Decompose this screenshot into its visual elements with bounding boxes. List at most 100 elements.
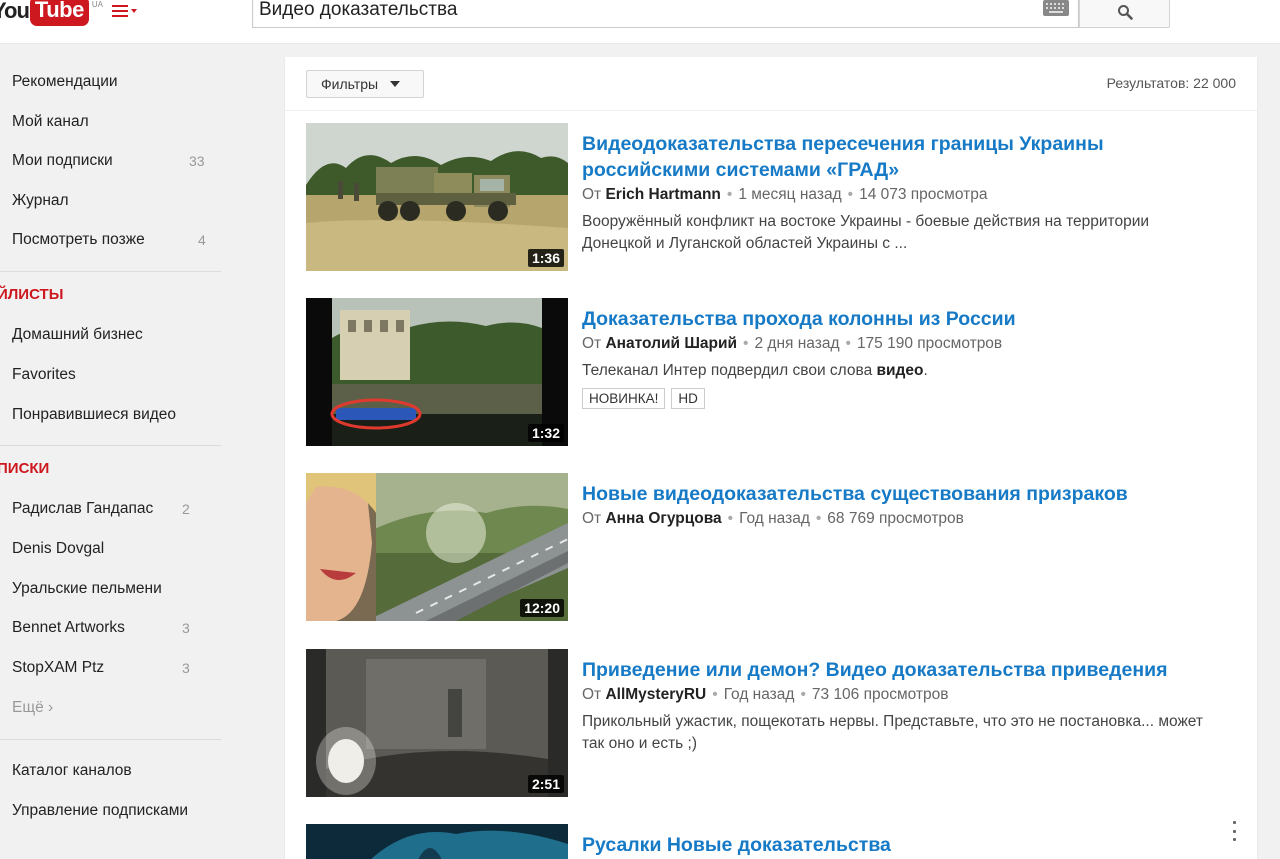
view-count: 14 073 просмотра (859, 186, 988, 203)
sidebar-item-my-channel[interactable]: Мой канал (12, 113, 222, 131)
video-title-link[interactable]: Доказательства прохода колонны из России (582, 306, 1232, 332)
video-title-link[interactable]: Новые видеодоказательства существования … (582, 481, 1232, 507)
sidebar-item-playlist[interactable]: Домашний бизнес (12, 326, 222, 344)
result-item: 12:20 Новые видеодоказательства существо… (306, 473, 1236, 621)
channel-link[interactable]: Erich Hartmann (605, 186, 720, 203)
sidebar-item-label: Уральские пельмени (12, 580, 162, 597)
from-label: От (582, 186, 602, 203)
video-duration: 2:51 (527, 775, 564, 793)
sidebar-item-recommendations[interactable]: Рекомендации (12, 73, 222, 91)
video-description: Вооружённый конфликт на востоке Украины … (582, 213, 1150, 252)
sidebar-item-channel[interactable]: Denis Dovgal (12, 540, 222, 558)
sidebar-item-label: Радислав Гандапас (12, 500, 154, 517)
guide-sidebar: Рекомендации Мой канал Мои подписки 33 Жу… (0, 45, 250, 859)
sidebar-heading-playlists[interactable]: ЙЛИСТЫ (0, 286, 63, 303)
view-count: 73 106 просмотров (811, 686, 949, 703)
video-thumbnail[interactable]: 1:36 (306, 123, 568, 271)
sidebar-item-playlist[interactable]: Favorites (12, 366, 222, 384)
video-thumbnail[interactable]: 1:32 (306, 298, 568, 446)
view-count: 68 769 просмотров (827, 510, 964, 527)
sidebar-item-label: Мои подписки (12, 152, 113, 169)
from-label: От (582, 335, 602, 352)
sidebar-item-label: Bennet Artworks (12, 619, 125, 636)
video-thumbnail[interactable]: 2:51 (306, 649, 568, 797)
sidebar-more-link[interactable]: Ещё › (12, 699, 53, 717)
sidebar-item-playlist[interactable]: Понравившиеся видео (12, 406, 222, 424)
result-item: 1:36 Видеодоказательства пересечения гра… (306, 123, 1236, 271)
guide-menu-button[interactable] (112, 0, 150, 24)
video-meta: От Анна Огурцова • Год назад • 68 769 просмо… (582, 510, 964, 527)
logo-region: UA (91, 0, 103, 9)
sidebar-item-label: Рекомендации (12, 73, 118, 90)
channel-link[interactable]: AllMysteryRU (605, 686, 706, 703)
hamburger-icon (112, 5, 128, 17)
sidebar-item-label: Домашний бизнес (12, 326, 143, 343)
result-item: 1:32 Доказательства прохода колонны из Р… (306, 298, 1236, 446)
video-thumbnail[interactable]: 12:20 (306, 473, 568, 621)
sidebar-item-label: Denis Dovgal (12, 540, 105, 557)
sidebar-item-count: 2 (182, 501, 190, 517)
sidebar-item-count: 4 (198, 232, 206, 248)
sidebar-item-label: StopXAM Ptz (12, 659, 105, 676)
sidebar-divider (0, 271, 221, 272)
video-meta: От Erich Hartmann • 1 месяц назад • 14 073 п… (582, 186, 988, 203)
result-item: Русалки Новые доказательства (306, 824, 1236, 859)
sidebar-item-label: Управление подписками (12, 802, 189, 819)
masthead: You Tube UA (0, 0, 1280, 44)
sidebar-item-label: Посмотреть позже (12, 231, 145, 248)
sidebar-item-channel[interactable]: Радислав Гандапас 2 (12, 500, 222, 518)
channel-link[interactable]: Анатолий Шарий (605, 335, 737, 352)
youtube-logo[interactable]: You Tube UA (0, 0, 103, 28)
video-description: Прикольный ужастик, пощекотать нервы. Пр… (582, 713, 1204, 752)
results-divider (285, 110, 1257, 111)
caret-down-icon (390, 81, 401, 87)
sidebar-item-channel[interactable]: Bennet Artworks 3 (12, 619, 222, 637)
sidebar-item-manage-subscriptions[interactable]: Управление подписками (12, 802, 222, 820)
sidebar-item-channel[interactable]: Уральские пельмени (12, 580, 222, 598)
video-title-link[interactable]: Русалки Новые доказательства (582, 832, 1232, 858)
logo-you-text: You (0, 0, 30, 23)
logo-tube-text: Tube (29, 0, 89, 26)
search-input[interactable] (259, 0, 1019, 24)
sidebar-item-history[interactable]: Журнал (12, 192, 222, 210)
video-duration: 12:20 (520, 599, 564, 617)
video-thumbnail[interactable] (306, 824, 568, 859)
sidebar-item-subscriptions[interactable]: Мои подписки 33 (12, 152, 222, 170)
sidebar-item-channel[interactable]: StopXAM Ptz 3 (12, 659, 222, 677)
new-badge: НОВИНКА! (582, 388, 666, 409)
filters-label: Фильтры (321, 76, 379, 92)
video-duration: 1:36 (527, 249, 564, 267)
results-panel: Фильтры Результатов: 22 000 1:36 Видеодо… (285, 57, 1257, 859)
sidebar-divider (0, 445, 221, 446)
search-button[interactable] (1079, 0, 1170, 28)
sidebar-item-count: 3 (182, 620, 190, 636)
sidebar-item-count: 33 (189, 153, 205, 169)
video-meta: От Анатолий Шарий • 2 дня назад • 175 190 пр… (582, 335, 1003, 352)
caret-down-icon (131, 9, 137, 13)
video-age: Год назад (723, 686, 795, 703)
sidebar-item-watch-later[interactable]: Посмотреть позже 4 (12, 231, 222, 249)
video-description: Телеканал Интер подвердил свои слова вид… (582, 362, 928, 379)
video-title-link[interactable]: Приведение или демон? Видео доказательст… (582, 657, 1232, 683)
sidebar-heading-subscriptions[interactable]: ПИСКИ (0, 460, 49, 477)
from-label: От (582, 686, 602, 703)
video-age: Год назад (739, 510, 810, 527)
search-box (252, 0, 1079, 28)
video-meta: От AllMysteryRU • Год назад • 73 106 просмот… (582, 686, 949, 703)
sidebar-item-label: Журнал (12, 192, 69, 209)
channel-link[interactable]: Анна Огурцова (605, 510, 721, 527)
thumbnail-image (306, 824, 568, 859)
sidebar-item-channel-catalog[interactable]: Каталог каналов (12, 762, 222, 780)
result-item: 2:51 Приведение или демон? Видео доказат… (306, 649, 1236, 797)
video-duration: 1:32 (527, 424, 564, 442)
sidebar-item-label: Понравившиеся видео (12, 406, 177, 423)
more-options-icon[interactable] (1231, 821, 1237, 841)
sidebar-item-label: Favorites (12, 366, 76, 383)
sidebar-item-label: Каталог каналов (12, 762, 132, 779)
sidebar-item-label: Мой канал (12, 113, 89, 130)
filters-button[interactable]: Фильтры (306, 70, 424, 98)
from-label: От (582, 510, 602, 527)
keyboard-icon[interactable] (1043, 0, 1069, 16)
video-age: 2 дня назад (754, 335, 840, 352)
video-title-link[interactable]: Видеодоказательства пересечения границы … (582, 131, 1232, 183)
